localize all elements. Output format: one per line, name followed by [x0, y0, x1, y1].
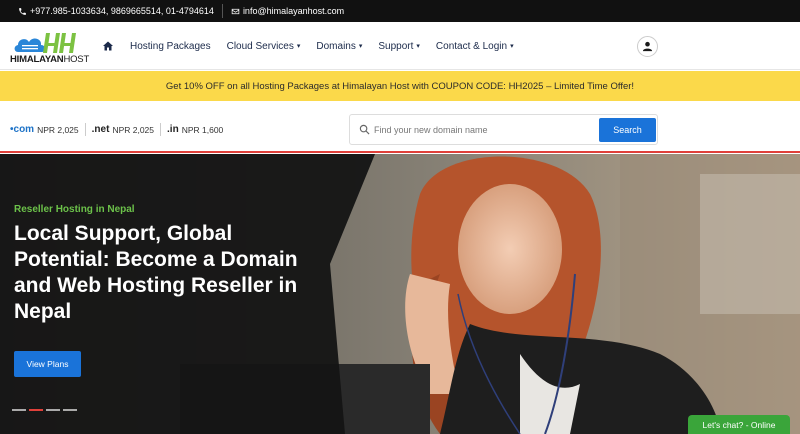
nav-support[interactable]: Support ▾ [378, 41, 420, 52]
site-header: HIMALAYANHOST Hosting Packages Cloud Ser… [0, 22, 800, 70]
brand-name-light: HOST [63, 54, 90, 65]
envelope-icon [231, 8, 240, 14]
tld-divider [84, 123, 86, 136]
chevron-down-icon: ▾ [416, 43, 420, 50]
chevron-down-icon: ▾ [358, 43, 363, 50]
hero-title: Local Support, Global Potential: Become … [14, 222, 298, 323]
domain-search-input[interactable] [374, 121, 594, 139]
top-contact-bar: +977.985-1033634, 9869665514, 01-4794614… [0, 0, 800, 22]
search-icon [359, 124, 370, 135]
view-plans-button[interactable]: View Plans [14, 351, 81, 377]
home-icon[interactable] [102, 40, 114, 52]
nav-cloud-services[interactable]: Cloud Services ▾ [227, 41, 301, 52]
tld-net: .net NPR 2,025 [92, 124, 154, 135]
tld-in: .in NPR 1,600 [167, 124, 223, 135]
tld-price-list: •com NPR 2,025 .net NPR 2,025 .in NPR 1,600 [10, 123, 223, 136]
tld-divider [160, 123, 162, 136]
hero-subtitle: Reseller Hosting in Nepal [14, 204, 135, 215]
promo-text: Get 10% OFF on all Hosting Packages at H… [165, 80, 635, 92]
brand-name-bold: HIMALAYAN [10, 54, 64, 65]
slider-dot-active[interactable] [29, 409, 43, 411]
nav-label: Support [378, 40, 414, 52]
nav-label: Contact & Login [435, 40, 508, 52]
phone-text: +977.985-1033634, 9869665514, 01-4794614 [30, 6, 214, 16]
slider-dot[interactable] [46, 409, 60, 411]
chevron-down-icon: ▾ [296, 43, 301, 50]
nav-contact-login[interactable]: Contact & Login ▾ [436, 41, 514, 52]
phone-icon [19, 7, 26, 15]
slider-dot[interactable] [12, 409, 26, 411]
tld-ext: .in [167, 124, 179, 135]
domain-search-strip: •com NPR 2,025 .net NPR 2,025 .in NPR 1,600… [0, 101, 800, 153]
promo-banner: Get 10% OFF on all Hosting Packages at H… [0, 71, 800, 101]
brand-name: HIMALAYANHOST [10, 54, 89, 65]
slider-dot[interactable] [63, 409, 77, 411]
topbar-divider [221, 4, 223, 18]
tld-price: NPR 1,600 [181, 124, 224, 135]
account-button[interactable] [637, 36, 658, 57]
nav-label: Cloud Services [226, 40, 294, 52]
slider-dots [12, 409, 77, 411]
tld-price: NPR 2,025 [112, 124, 155, 135]
user-icon [642, 41, 653, 52]
live-chat-button[interactable]: Let's chat? - Online [688, 415, 790, 434]
nav-hosting-packages[interactable]: Hosting Packages [130, 41, 211, 52]
main-nav: Hosting Packages Cloud Services ▾ Domains… [102, 22, 514, 70]
tld-com: •com NPR 2,025 [10, 124, 79, 135]
nav-label: Domains [316, 40, 356, 52]
domain-search-box: Search [349, 114, 658, 145]
email-text: info@himalayanhost.com [242, 6, 345, 16]
tld-ext: •com [10, 124, 35, 135]
search-button[interactable]: Search [599, 118, 656, 142]
chevron-down-icon: ▾ [510, 43, 514, 50]
nav-label: Hosting Packages [130, 40, 211, 52]
nav-domains[interactable]: Domains ▾ [316, 41, 362, 52]
email-contact[interactable]: info@himalayanhost.com [231, 6, 344, 16]
phone-contact[interactable]: +977.985-1033634, 9869665514, 01-4794614 [18, 6, 214, 16]
tld-ext: .net [91, 124, 110, 135]
tld-price: NPR 2,025 [37, 124, 79, 135]
hero-slider: Reseller Hosting in Nepal Local Support,… [0, 154, 800, 434]
